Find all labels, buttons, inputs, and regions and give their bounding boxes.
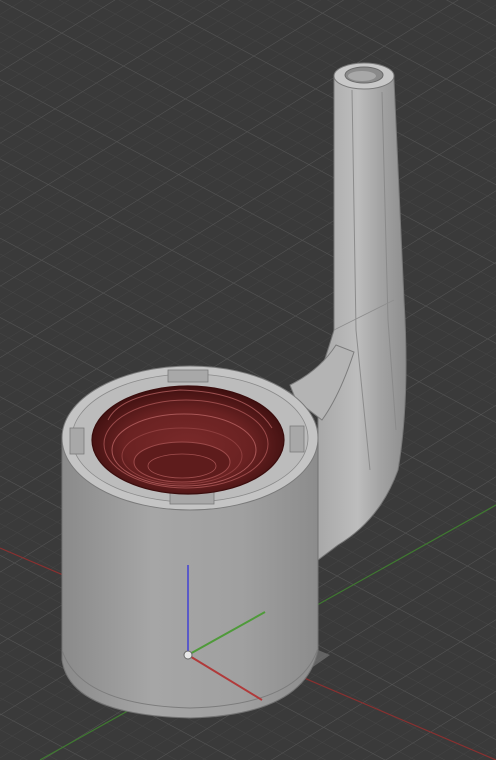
3d-viewport[interactable] bbox=[0, 0, 496, 760]
rim-notch-top bbox=[167, 369, 209, 383]
origin-icon[interactable] bbox=[183, 650, 193, 660]
rim-notch-left bbox=[69, 427, 85, 455]
cup-cavity[interactable] bbox=[91, 385, 285, 495]
scene-canvas[interactable] bbox=[0, 0, 496, 760]
rim-notch-right bbox=[289, 425, 305, 453]
